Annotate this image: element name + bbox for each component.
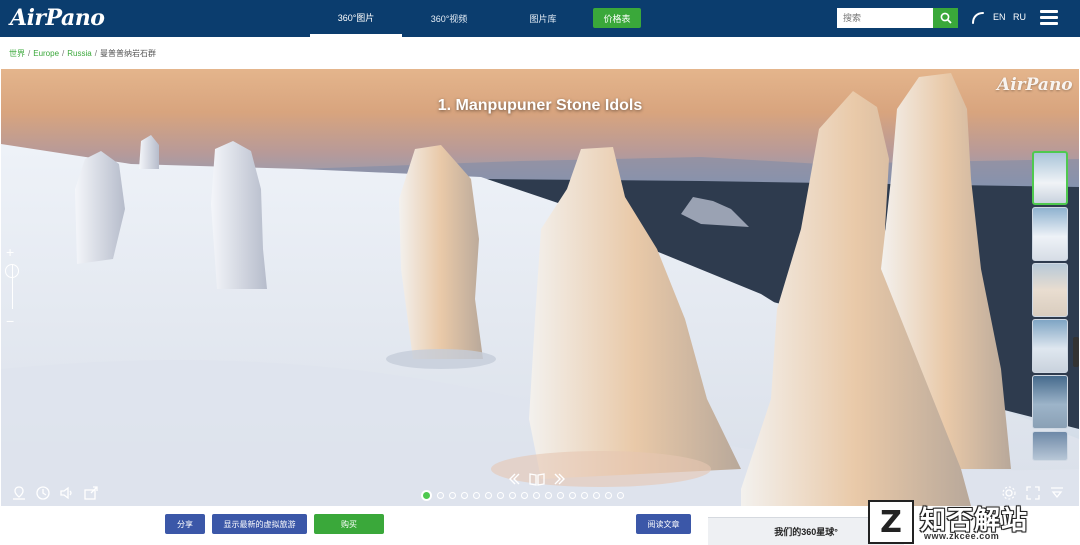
map-pin-icon[interactable]	[11, 485, 27, 501]
panorama-thumbnail[interactable]	[1032, 431, 1068, 461]
pagination-dot[interactable]	[473, 492, 480, 499]
search-icon	[940, 12, 952, 24]
panorama-thumbnail[interactable]	[1032, 207, 1068, 261]
nav-360-video[interactable]: 360°视频	[402, 0, 496, 37]
language-ru[interactable]: RU	[1013, 12, 1026, 22]
pagination-dot[interactable]	[581, 492, 588, 499]
breadcrumb-russia[interactable]: Russia	[67, 49, 91, 58]
phone-icon[interactable]	[970, 10, 986, 26]
latest-virtual-tour-button[interactable]: 显示最新的虚拟旅游	[212, 514, 307, 534]
search-button[interactable]	[933, 8, 958, 28]
panorama-watermark-logo: AirPano	[997, 75, 1073, 95]
panorama-thumbnail[interactable]	[1032, 319, 1068, 373]
fullscreen-icon[interactable]	[1025, 485, 1041, 501]
share-icon[interactable]	[83, 485, 99, 501]
share-button[interactable]: 分享	[165, 514, 205, 534]
panorama-thumbnail-strip	[1032, 151, 1068, 463]
price-list-button[interactable]: 价格表	[593, 8, 641, 28]
site-watermark-mark: Z	[868, 500, 914, 544]
pagination-dot[interactable]	[545, 492, 552, 499]
pagination-dot[interactable]	[497, 492, 504, 499]
page: AirPano 360°图片 360°视频 图片库 价格表 EN RU 世界/E…	[0, 0, 1080, 545]
previous-arrow-icon[interactable]	[507, 472, 521, 486]
search-input[interactable]	[837, 8, 933, 28]
panorama-thumbnail[interactable]	[1032, 375, 1068, 429]
pagination-dot[interactable]	[509, 492, 516, 499]
pagination-dot[interactable]	[485, 492, 492, 499]
panorama-pagination	[421, 490, 624, 501]
pagination-dot[interactable]	[533, 492, 540, 499]
autorotate-icon[interactable]	[35, 485, 51, 501]
pagination-dot[interactable]	[557, 492, 564, 499]
pagination-dot[interactable]	[593, 492, 600, 499]
viewer-left-controls	[11, 485, 99, 501]
pagination-dot[interactable]	[437, 492, 444, 499]
pagination-dot[interactable]	[421, 490, 432, 501]
breadcrumb-current: 曼普普纳岩石群	[99, 49, 156, 58]
panorama-title: 1. Manpupuner Stone Idols	[437, 97, 643, 114]
nav-360-photos[interactable]: 360°图片	[310, 0, 402, 37]
pagination-dot[interactable]	[449, 492, 456, 499]
read-article-button[interactable]: 阅读文章	[636, 514, 691, 534]
nav-gallery[interactable]: 图片库	[496, 0, 590, 37]
settings-gear-icon[interactable]	[1001, 485, 1017, 501]
collapse-icon[interactable]	[1049, 485, 1065, 501]
airpano-logo[interactable]: AirPano	[10, 5, 105, 31]
panorama-image	[1, 73, 1079, 506]
panorama-arrows	[507, 472, 567, 486]
site-watermark-url: www.zkcee.com	[924, 531, 1000, 541]
panorama-viewer[interactable]: 1. Manpupuner Stone Idols AirPano + −	[1, 69, 1079, 506]
pagination-dot[interactable]	[521, 492, 528, 499]
zoom-in-button[interactable]: +	[6, 244, 14, 260]
breadcrumb-europe[interactable]: Europe	[33, 49, 59, 58]
sound-icon[interactable]	[59, 485, 75, 501]
breadcrumb: 世界 / Europe / Russia / 曼普普纳岩石群	[9, 49, 156, 58]
top-navigation-bar: AirPano 360°图片 360°视频 图片库 价格表 EN RU	[0, 0, 1080, 37]
side-scroll-tab[interactable]	[1073, 337, 1079, 367]
next-arrow-icon[interactable]	[553, 472, 567, 486]
buy-button[interactable]: 购买	[314, 514, 384, 534]
zoom-out-button[interactable]: −	[6, 313, 14, 329]
main-nav: 360°图片 360°视频 图片库	[310, 0, 590, 37]
book-icon[interactable]	[529, 472, 545, 486]
panorama-thumbnail[interactable]	[1032, 151, 1068, 205]
breadcrumb-world[interactable]: 世界	[9, 49, 25, 58]
pagination-dot[interactable]	[617, 492, 624, 499]
language-en[interactable]: EN	[993, 12, 1006, 22]
viewer-right-controls	[1001, 485, 1065, 501]
panorama-thumbnail[interactable]	[1032, 263, 1068, 317]
pagination-dot[interactable]	[461, 492, 468, 499]
zoom-slider-handle[interactable]	[5, 264, 19, 278]
pagination-dot[interactable]	[569, 492, 576, 499]
pagination-dot[interactable]	[605, 492, 612, 499]
hamburger-menu-icon[interactable]	[1040, 10, 1058, 26]
